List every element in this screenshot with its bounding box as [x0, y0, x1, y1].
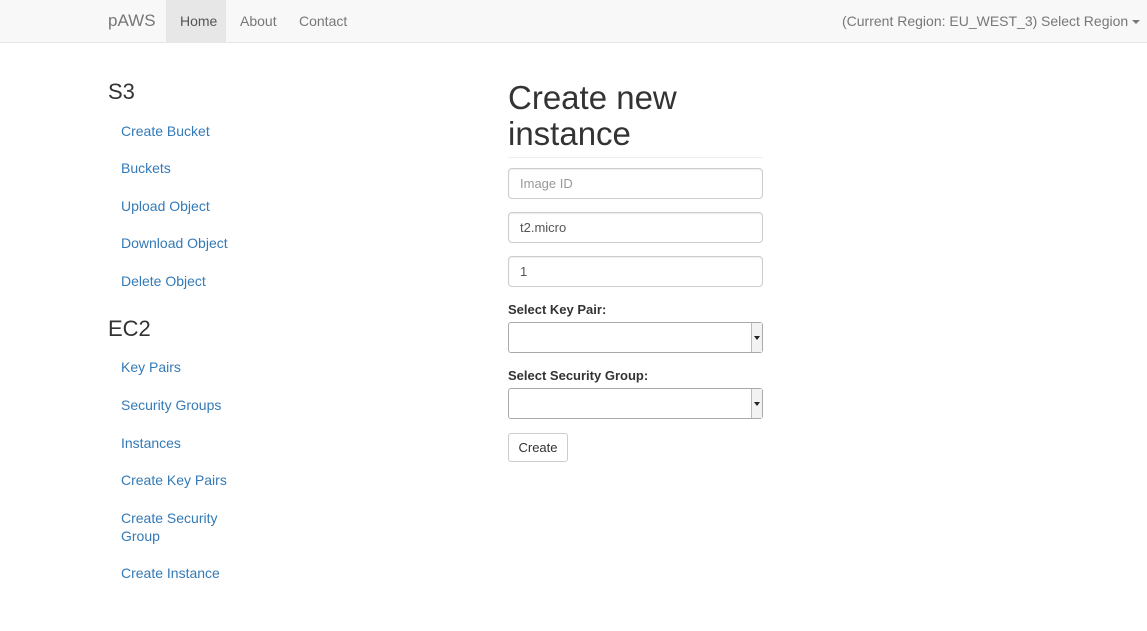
- nav-home[interactable]: Home: [166, 0, 226, 42]
- s3-section-title: S3: [108, 79, 135, 104]
- nav-contact[interactable]: Contact: [285, 0, 361, 42]
- nav-about[interactable]: About: [226, 0, 291, 42]
- sidebar-link-create-security-group[interactable]: Create Security Group: [121, 509, 231, 545]
- select-arrow-icon: [751, 389, 762, 418]
- sidebar-link-upload-object[interactable]: Upload Object: [121, 197, 231, 215]
- sidebar-link-create-instance[interactable]: Create Instance: [121, 564, 231, 582]
- heading-divider: [508, 157, 763, 158]
- sidebar-link-instances[interactable]: Instances: [121, 434, 231, 452]
- image-id-input[interactable]: [508, 168, 763, 199]
- instance-type-input[interactable]: [508, 212, 763, 243]
- sidebar-link-security-groups[interactable]: Security Groups: [121, 396, 231, 414]
- page-title: Create new instance: [508, 79, 677, 152]
- sidebar-link-create-key-pairs[interactable]: Create Key Pairs: [121, 471, 231, 489]
- key-pair-select[interactable]: [508, 322, 763, 353]
- ec2-section-title: EC2: [108, 316, 151, 341]
- sidebar-link-buckets[interactable]: Buckets: [121, 159, 231, 177]
- sidebar-link-delete-object[interactable]: Delete Object: [121, 272, 231, 290]
- select-region-label: Select Region: [1041, 13, 1129, 29]
- select-region-dropdown[interactable]: Select Region: [1041, 0, 1141, 42]
- sidebar-link-key-pairs[interactable]: Key Pairs: [121, 358, 231, 376]
- sidebar-link-create-bucket[interactable]: Create Bucket: [121, 122, 231, 140]
- caret-down-icon: [1132, 20, 1141, 25]
- current-region-text: (Current Region: EU_WEST_3): [842, 13, 1038, 29]
- sidebar-link-download-object[interactable]: Download Object: [121, 234, 231, 252]
- brand-link[interactable]: pAWS: [108, 0, 156, 42]
- select-arrow-icon: [751, 323, 762, 352]
- key-pair-label: Select Key Pair:: [508, 302, 607, 317]
- security-group-label: Select Security Group:: [508, 368, 649, 383]
- instance-count-input[interactable]: [508, 256, 763, 287]
- create-button[interactable]: Create: [508, 433, 568, 462]
- navbar: pAWS Home About Contact (Current Region:…: [0, 0, 1147, 43]
- security-group-select[interactable]: [508, 388, 763, 419]
